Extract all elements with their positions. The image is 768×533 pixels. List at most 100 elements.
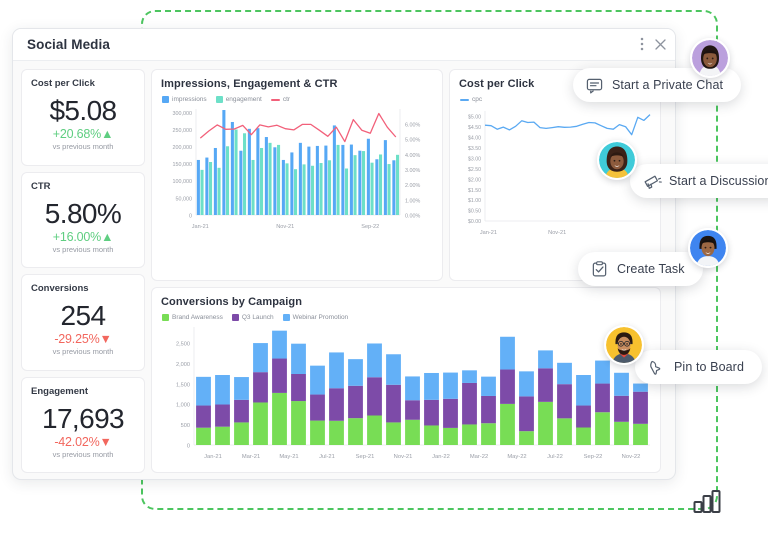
clipboard-check-icon	[591, 260, 608, 278]
kpi-subtitle: vs previous month	[52, 142, 114, 152]
legend-swatch	[460, 98, 469, 101]
action-chip-pin-to-board[interactable]: Pin to Board	[635, 350, 762, 384]
kpi-body: 5.80% +16.00%▲ vs previous month	[31, 192, 135, 262]
panel-conversions-by-campaign: Conversions by Campaign Brand Awareness …	[151, 287, 661, 473]
svg-text:150,000: 150,000	[173, 162, 193, 168]
svg-text:5.00%: 5.00%	[405, 138, 420, 144]
window-titlebar: Social Media	[13, 29, 675, 61]
svg-text:4.00%: 4.00%	[405, 153, 420, 159]
kpi-delta: -29.25%▼	[54, 332, 112, 347]
kpi-value: 254	[60, 300, 107, 332]
svg-text:$4.50: $4.50	[468, 125, 481, 131]
svg-text:Mar-21: Mar-21	[242, 454, 260, 460]
action-chip-create-task[interactable]: Create Task	[578, 252, 703, 286]
svg-text:$1.00: $1.00	[468, 198, 481, 204]
panel-impressions-engagement-ctr: Impressions, Engagement & CTR impression…	[151, 69, 443, 281]
panel-title: Impressions, Engagement & CTR	[161, 78, 338, 90]
svg-text:$5.00: $5.00	[468, 114, 481, 120]
comment-icon	[586, 77, 603, 94]
participant-avatar-1[interactable]	[690, 38, 730, 78]
svg-text:0: 0	[187, 443, 190, 449]
kpi-card-conversions[interactable]: Conversions 254 -29.25%▼ vs previous mon…	[21, 274, 145, 371]
svg-text:100,000: 100,000	[173, 179, 193, 185]
chip-label: Create Task	[617, 262, 685, 276]
megaphone-icon	[643, 173, 662, 190]
svg-text:3.00%: 3.00%	[405, 168, 420, 174]
svg-text:200,000: 200,000	[173, 145, 193, 151]
action-chip-start-discussion[interactable]: Start a Discussion	[630, 164, 768, 198]
kpi-value: $5.08	[49, 95, 117, 127]
chip-label: Pin to Board	[674, 360, 744, 374]
legend-label: Brand Awareness	[172, 314, 223, 321]
svg-text:May-21: May-21	[279, 454, 298, 460]
kpi-label: Conversions	[31, 283, 89, 294]
svg-text:0.00%: 0.00%	[405, 213, 420, 219]
svg-text:Jan-22: Jan-22	[432, 454, 450, 460]
legend-label: impressions	[172, 96, 207, 103]
participant-avatar-2[interactable]	[597, 140, 637, 180]
kpi-delta: -42.02%▼	[54, 434, 112, 449]
legend-swatch	[231, 314, 239, 321]
kpi-card-cost-per-click[interactable]: Cost per Click $5.08 +20.68%▲ vs previou…	[21, 69, 145, 166]
svg-text:Nov-21: Nov-21	[276, 224, 294, 230]
svg-text:$3.50: $3.50	[468, 146, 481, 152]
kpi-delta-value: -29.25%	[54, 332, 100, 347]
svg-text:Sep-21: Sep-21	[356, 454, 375, 460]
svg-text:2,000: 2,000	[176, 362, 190, 368]
screenshot-root: Social Media Cost per Click $5.08 +20.68…	[0, 0, 768, 533]
legend-item-brand-awareness: Brand Awareness	[162, 314, 223, 321]
legend-swatch	[282, 314, 290, 321]
legend-item-webinar-promotion: Webinar Promotion	[282, 314, 348, 321]
svg-text:Nov-21: Nov-21	[394, 454, 413, 460]
svg-text:$1.50: $1.50	[468, 188, 481, 194]
trend-up-icon: ▲	[101, 229, 114, 244]
legend-label: engagement	[225, 96, 262, 103]
svg-text:$2.00: $2.00	[468, 177, 481, 183]
svg-text:1.00%: 1.00%	[405, 198, 420, 204]
titlebar-actions	[640, 29, 666, 61]
kpi-card-engagement[interactable]: Engagement 17,693 -42.02%▼ vs previous m…	[21, 376, 145, 473]
kpi-label: Engagement	[31, 385, 89, 397]
legend-item-engagement: engagement	[215, 96, 262, 103]
kpi-column: Cost per Click $5.08 +20.68% ▲ vs previou…	[21, 69, 145, 473]
legend-swatch	[215, 96, 223, 103]
svg-text:$3.00: $3.00	[468, 156, 481, 162]
svg-text:Jan-21: Jan-21	[204, 454, 222, 460]
kpi-delta: +16.00%▲	[52, 229, 114, 244]
svg-text:$0.00: $0.00	[468, 219, 481, 225]
svg-text:0: 0	[189, 213, 192, 219]
svg-text:$2.50: $2.50	[468, 167, 481, 173]
participant-avatar-4[interactable]	[604, 325, 644, 365]
trend-down-icon: ▼	[99, 434, 112, 449]
participant-avatar-3[interactable]	[688, 228, 728, 268]
legend-item-q3-launch: Q3 Launch	[231, 314, 274, 321]
svg-text:Jul-21: Jul-21	[319, 454, 335, 460]
kpi-delta-value: +20.68%	[52, 127, 102, 142]
svg-text:500: 500	[181, 423, 190, 429]
kpi-subtitle: vs previous month	[52, 244, 114, 254]
svg-text:Mar-22: Mar-22	[470, 454, 488, 460]
chip-label: Start a Discussion	[669, 174, 768, 188]
legend-item-ctr: ctr	[270, 96, 290, 103]
kpi-value: 17,693	[41, 402, 125, 434]
chart-plot-area[interactable]: 0 500 1,000 1,500 2,000 2,500 Jan-21 Mar-21 May-…	[152, 321, 660, 469]
panel-title: Conversions by Campaign	[161, 296, 303, 308]
close-icon[interactable]	[655, 38, 666, 52]
svg-text:250,000: 250,000	[173, 128, 193, 134]
kpi-delta-value: -42.02%	[54, 434, 100, 449]
kpi-value: 5.80%	[44, 197, 122, 229]
kpi-body: 17,693 -42.02%▼ vs previous month	[31, 397, 135, 467]
kpi-delta-value: +16.00%	[52, 229, 102, 244]
kpi-card-ctr[interactable]: CTR 5.80% +16.00%▲ vs previous month	[21, 171, 145, 268]
legend-swatch	[162, 96, 169, 103]
svg-text:300,000: 300,000	[173, 111, 193, 117]
kebab-menu-icon[interactable]	[640, 37, 644, 53]
chart-legend: impressions engagement ctr	[152, 90, 442, 103]
legend-label: cpc	[472, 96, 483, 103]
kpi-body: 254 -29.25%▼ vs previous month	[31, 294, 135, 364]
svg-text:$4.00: $4.00	[468, 135, 481, 141]
kpi-subtitle: vs previous month	[52, 347, 114, 357]
chart-plot-area[interactable]: 0 50,000 100,000 150,000 200,000 250,000 300,0…	[152, 103, 442, 243]
svg-text:Sep-22: Sep-22	[584, 454, 603, 460]
kpi-label: Cost per Click	[31, 78, 95, 89]
